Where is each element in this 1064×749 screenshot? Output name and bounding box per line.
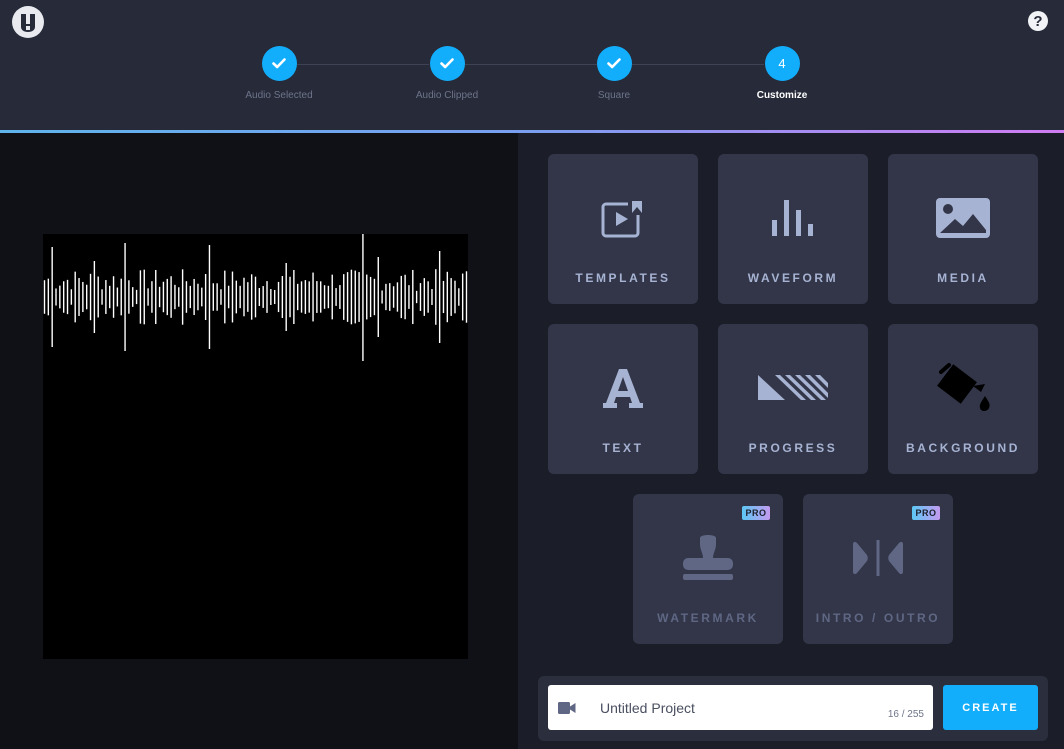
step-label: Audio Selected [245, 90, 313, 101]
intro-outro-icon [803, 534, 953, 582]
tile-label: WAVEFORM [747, 271, 839, 285]
tile-watermark[interactable]: PRO WATERMARK [633, 494, 783, 644]
tile-background[interactable]: BACKGROUND [888, 324, 1038, 474]
tile-intro-outro[interactable]: PRO INTRO / OUTRO [803, 494, 953, 644]
step-label: Customize [756, 90, 808, 101]
top-header [0, 0, 1064, 130]
tile-waveform[interactable]: WAVEFORM [718, 154, 868, 304]
pro-badge: PRO [912, 506, 940, 520]
character-counter: 16 / 255 [887, 709, 924, 720]
tile-label: WATERMARK [657, 611, 759, 625]
project-name-field[interactable]: 16 / 255 [548, 685, 933, 730]
tile-progress[interactable]: PROGRESS [718, 324, 868, 474]
progress-icon [718, 364, 868, 412]
tile-label: TEMPLATES [575, 271, 671, 285]
stamp-icon [633, 534, 783, 582]
check-icon [596, 46, 632, 81]
step-audio-selected[interactable]: Audio Selected [219, 46, 339, 101]
create-button[interactable]: CREATE [943, 685, 1038, 730]
waveform-visualization [43, 234, 468, 361]
step-customize[interactable]: 4 Customize [722, 46, 842, 101]
waveform-icon [718, 194, 868, 242]
step-audio-clipped[interactable]: Audio Clipped [387, 46, 507, 101]
paint-bucket-icon [888, 363, 1038, 412]
check-icon [261, 46, 297, 81]
help-icon[interactable]: ? [1028, 11, 1048, 31]
tile-label: MEDIA [937, 271, 989, 285]
tile-media[interactable]: MEDIA [888, 154, 1038, 304]
tile-label: BACKGROUND [906, 441, 1020, 455]
step-label: Audio Clipped [415, 90, 479, 101]
project-name-input[interactable] [600, 685, 880, 730]
pro-badge: PRO [742, 506, 770, 520]
tile-label: PROGRESS [748, 441, 838, 455]
text-icon [548, 364, 698, 412]
templates-icon [548, 194, 698, 242]
tile-label: TEXT [602, 441, 644, 455]
check-icon [429, 46, 465, 81]
logo-icon [13, 7, 43, 37]
video-camera-icon [558, 701, 576, 719]
tile-templates[interactable]: TEMPLATES [548, 154, 698, 304]
step-number: 4 [764, 46, 800, 81]
step-label: Square [597, 90, 631, 101]
tile-label: INTRO / OUTRO [815, 611, 941, 625]
image-icon [888, 194, 1038, 242]
tile-text[interactable]: TEXT [548, 324, 698, 474]
app-logo[interactable] [12, 6, 44, 38]
video-preview-canvas[interactable] [43, 234, 468, 659]
step-square[interactable]: Square [554, 46, 674, 101]
